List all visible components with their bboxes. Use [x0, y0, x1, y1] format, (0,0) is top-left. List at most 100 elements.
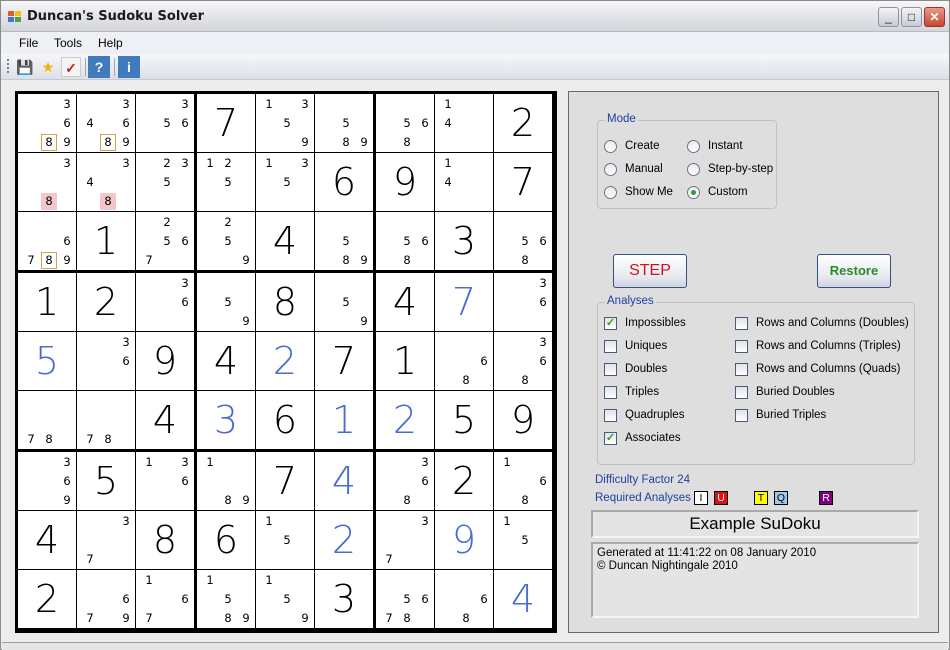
- minimize-button[interactable]: _: [878, 7, 899, 27]
- sudoku-cell[interactable]: 5: [77, 452, 135, 510]
- sudoku-cell[interactable]: 4: [494, 570, 552, 628]
- sudoku-cell[interactable]: 37: [77, 511, 135, 569]
- sudoku-cell[interactable]: 6: [315, 153, 373, 211]
- checkbox-box[interactable]: [735, 409, 748, 422]
- checkbox-box[interactable]: [604, 363, 617, 376]
- sudoku-cell[interactable]: 1 89: [197, 452, 255, 510]
- step-button[interactable]: STEP: [613, 254, 687, 288]
- sudoku-cell[interactable]: 36: [77, 332, 135, 390]
- sudoku-cell[interactable]: 3: [197, 391, 255, 449]
- checkbox-box[interactable]: [735, 317, 748, 330]
- checkbox-box[interactable]: [604, 409, 617, 422]
- help-button[interactable]: ?: [88, 56, 110, 78]
- sudoku-cell[interactable]: 568: [376, 94, 434, 152]
- sudoku-cell[interactable]: 5 89: [315, 94, 373, 152]
- sudoku-cell[interactable]: 2: [256, 332, 314, 390]
- sudoku-cell[interactable]: 7: [197, 94, 255, 152]
- sudoku-cell[interactable]: 14: [435, 153, 493, 211]
- sudoku-cell[interactable]: 1: [315, 391, 373, 449]
- radio-indicator[interactable]: [687, 140, 700, 153]
- sudoku-cell[interactable]: 1 6 7: [136, 570, 194, 628]
- sudoku-cell[interactable]: 8: [256, 273, 314, 331]
- sudoku-cell[interactable]: 2 56 7: [136, 212, 194, 270]
- sudoku-cell[interactable]: 1589: [197, 570, 255, 628]
- checkbox-box[interactable]: [604, 386, 617, 399]
- radio-indicator[interactable]: [687, 186, 700, 199]
- sudoku-cell[interactable]: 8: [136, 511, 194, 569]
- sudoku-cell[interactable]: 1: [77, 212, 135, 270]
- checkbox-box[interactable]: [735, 386, 748, 399]
- sudoku-cell[interactable]: 6 7 9: [77, 570, 135, 628]
- sudoku-cell[interactable]: 6 7 98: [18, 212, 76, 270]
- sudoku-cell[interactable]: 4: [256, 212, 314, 270]
- sudoku-cell[interactable]: 59: [197, 273, 255, 331]
- checkbox-box[interactable]: [735, 363, 748, 376]
- sudoku-cell[interactable]: 4: [197, 332, 255, 390]
- sudoku-cell[interactable]: 1: [376, 332, 434, 390]
- sudoku-cell[interactable]: 9: [435, 511, 493, 569]
- sudoku-cell[interactable]: 1: [18, 273, 76, 331]
- sudoku-cell[interactable]: 568: [494, 212, 552, 270]
- checkbox-box[interactable]: [604, 340, 617, 353]
- checkmark-icon[interactable]: ✓: [604, 432, 617, 445]
- sudoku-cell[interactable]: 68: [435, 570, 493, 628]
- title-bar[interactable]: Duncan's Sudoku Solver _ □ ✕: [1, 1, 949, 32]
- sudoku-cell[interactable]: 7: [315, 332, 373, 390]
- radio-indicator[interactable]: [687, 163, 700, 176]
- sudoku-cell[interactable]: 5: [18, 332, 76, 390]
- sudoku-cell[interactable]: 2: [315, 511, 373, 569]
- new-puzzle-icon[interactable]: ★: [38, 57, 58, 77]
- checkbox-box[interactable]: [735, 340, 748, 353]
- sudoku-cell[interactable]: 159: [256, 570, 314, 628]
- save-icon[interactable]: 💾: [15, 57, 35, 77]
- sudoku-cell[interactable]: 6: [197, 511, 255, 569]
- radio-indicator[interactable]: [604, 163, 617, 176]
- sudoku-cell[interactable]: 15: [256, 511, 314, 569]
- sudoku-cell[interactable]: 2: [435, 452, 493, 510]
- sudoku-cell[interactable]: 78: [77, 391, 135, 449]
- sudoku-cell[interactable]: 2: [376, 391, 434, 449]
- sudoku-cell[interactable]: 6: [256, 391, 314, 449]
- sudoku-cell[interactable]: 59: [315, 273, 373, 331]
- sudoku-cell[interactable]: 568: [376, 212, 434, 270]
- sudoku-cell[interactable]: 1 3 6: [136, 452, 194, 510]
- sudoku-cell[interactable]: 2: [494, 94, 552, 152]
- radio-indicator[interactable]: [604, 140, 617, 153]
- sudoku-cell[interactable]: 2: [18, 570, 76, 628]
- sudoku-cell[interactable]: 1 359: [256, 94, 314, 152]
- sudoku-cell[interactable]: 68: [435, 332, 493, 390]
- menu-tools[interactable]: Tools: [54, 36, 82, 50]
- sudoku-cell[interactable]: 14: [435, 94, 493, 152]
- radio-indicator[interactable]: [604, 186, 617, 199]
- menu-help[interactable]: Help: [98, 36, 123, 50]
- sudoku-cell[interactable]: 7: [494, 153, 552, 211]
- close-button[interactable]: ✕: [924, 7, 945, 27]
- sudoku-cell[interactable]: 3 6 9: [18, 452, 76, 510]
- sudoku-cell[interactable]: 3 68: [494, 332, 552, 390]
- sudoku-cell[interactable]: 78: [18, 391, 76, 449]
- info-button[interactable]: i: [118, 56, 140, 78]
- sudoku-cell[interactable]: 12 5: [197, 153, 255, 211]
- sudoku-cell[interactable]: 235: [136, 153, 194, 211]
- sudoku-cell[interactable]: 4: [315, 452, 373, 510]
- sudoku-cell[interactable]: 1 35: [256, 153, 314, 211]
- sudoku-cell[interactable]: 9: [494, 391, 552, 449]
- sudoku-cell[interactable]: 5: [435, 391, 493, 449]
- sudoku-cell[interactable]: 15: [494, 511, 552, 569]
- sudoku-cell[interactable]: 37: [376, 511, 434, 569]
- restore-button[interactable]: Restore: [817, 254, 891, 288]
- sudoku-cell[interactable]: 7: [435, 273, 493, 331]
- sudoku-cell[interactable]: 2: [77, 273, 135, 331]
- sudoku-cell[interactable]: 356: [136, 94, 194, 152]
- sudoku-cell[interactable]: 4: [136, 391, 194, 449]
- sudoku-cell[interactable]: 3: [315, 570, 373, 628]
- sudoku-cell[interactable]: 3: [435, 212, 493, 270]
- sudoku-cell[interactable]: 9: [136, 332, 194, 390]
- sudoku-cell[interactable]: 36: [136, 273, 194, 331]
- sudoku-cell[interactable]: 3 4 6 98: [77, 94, 135, 152]
- sudoku-cell[interactable]: 2 59: [197, 212, 255, 270]
- sudoku-cell[interactable]: 5 89: [315, 212, 373, 270]
- notes-box[interactable]: Generated at 11:41:22 on 08 January 2010…: [591, 542, 919, 618]
- sudoku-cell[interactable]: 56 78: [376, 570, 434, 628]
- menu-file[interactable]: File: [19, 36, 38, 50]
